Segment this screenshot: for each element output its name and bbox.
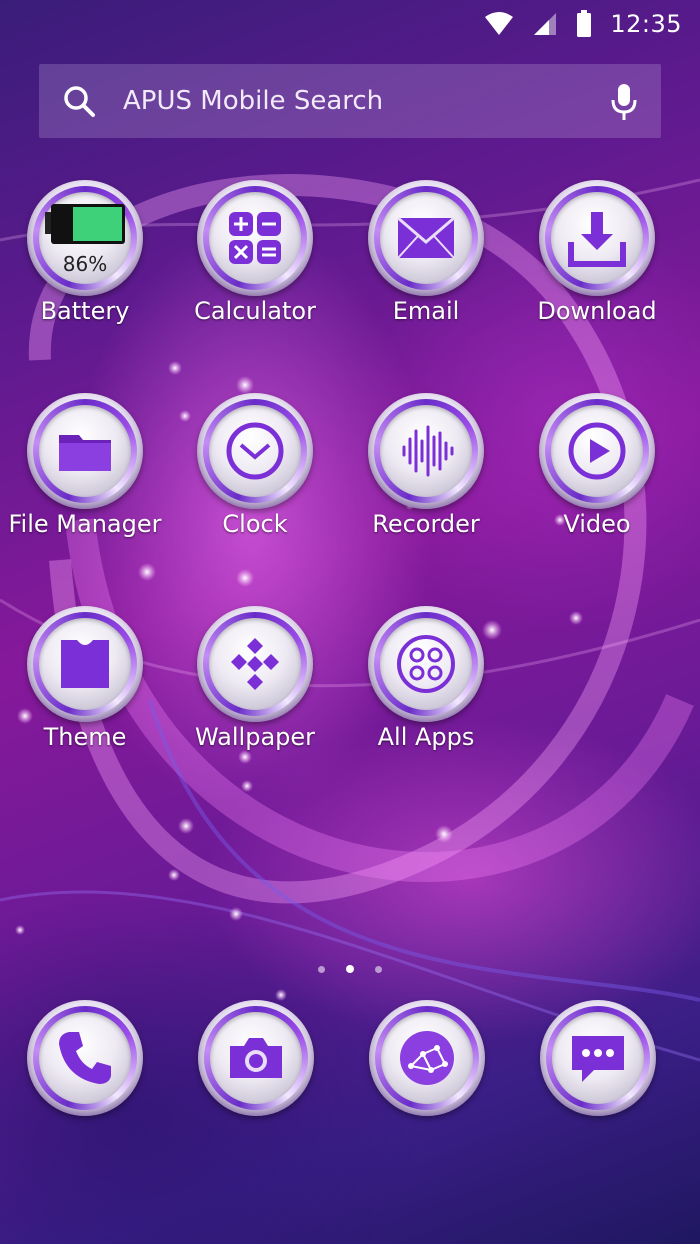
page-dot-active[interactable] — [346, 965, 354, 973]
app-grid-icon — [397, 635, 455, 693]
app-label: All Apps — [377, 723, 475, 751]
app-label: Video — [563, 510, 631, 538]
sound-wave-icon — [402, 425, 454, 477]
dock-browser[interactable] — [369, 1000, 485, 1116]
shirt-icon — [61, 640, 109, 688]
status-time: 12:35 — [610, 10, 682, 38]
envelope-icon — [397, 216, 455, 259]
camera-icon — [230, 1038, 282, 1078]
app-wallpaper[interactable]: Wallpaper — [170, 606, 340, 786]
search-input[interactable]: APUS Mobile Search — [123, 86, 383, 116]
folder-icon — [59, 435, 111, 471]
battery-icon — [577, 10, 592, 37]
search-icon[interactable] — [61, 83, 97, 119]
app-label: Download — [537, 297, 657, 325]
dock-phone[interactable] — [27, 1000, 143, 1116]
browser-network-icon — [400, 1031, 454, 1085]
clock-icon — [226, 422, 284, 480]
download-icon — [568, 212, 626, 267]
app-recorder[interactable]: Recorder — [341, 393, 511, 573]
battery-icon: 86% — [27, 180, 143, 296]
page-dot[interactable] — [318, 966, 325, 973]
phone-icon — [59, 1032, 111, 1084]
wifi-icon — [485, 12, 514, 35]
cell-signal-icon — [534, 13, 557, 35]
app-theme[interactable]: Theme — [0, 606, 170, 786]
calculator-icon — [229, 212, 281, 264]
search-bar[interactable]: APUS Mobile Search — [39, 64, 661, 138]
app-all-apps[interactable]: All Apps — [341, 606, 511, 786]
dock-camera[interactable] — [198, 1000, 314, 1116]
battery-level-text: 86% — [62, 252, 108, 276]
app-video[interactable]: Video — [512, 393, 682, 573]
app-battery[interactable]: 86% Battery — [0, 180, 170, 360]
diamond-pattern-icon — [231, 638, 279, 690]
play-icon — [568, 422, 626, 480]
message-icon — [572, 1036, 624, 1082]
page-indicator — [310, 962, 390, 976]
dock-messages[interactable] — [540, 1000, 656, 1116]
app-clock[interactable]: Clock — [170, 393, 340, 573]
app-download[interactable]: Download — [512, 180, 682, 360]
app-email[interactable]: Email — [341, 180, 511, 360]
status-bar: 12:35 — [0, 0, 700, 48]
app-calculator[interactable]: Calculator — [170, 180, 340, 360]
app-file-manager[interactable]: File Manager — [0, 393, 170, 573]
page-dot[interactable] — [375, 966, 382, 973]
mic-icon[interactable] — [609, 82, 639, 122]
